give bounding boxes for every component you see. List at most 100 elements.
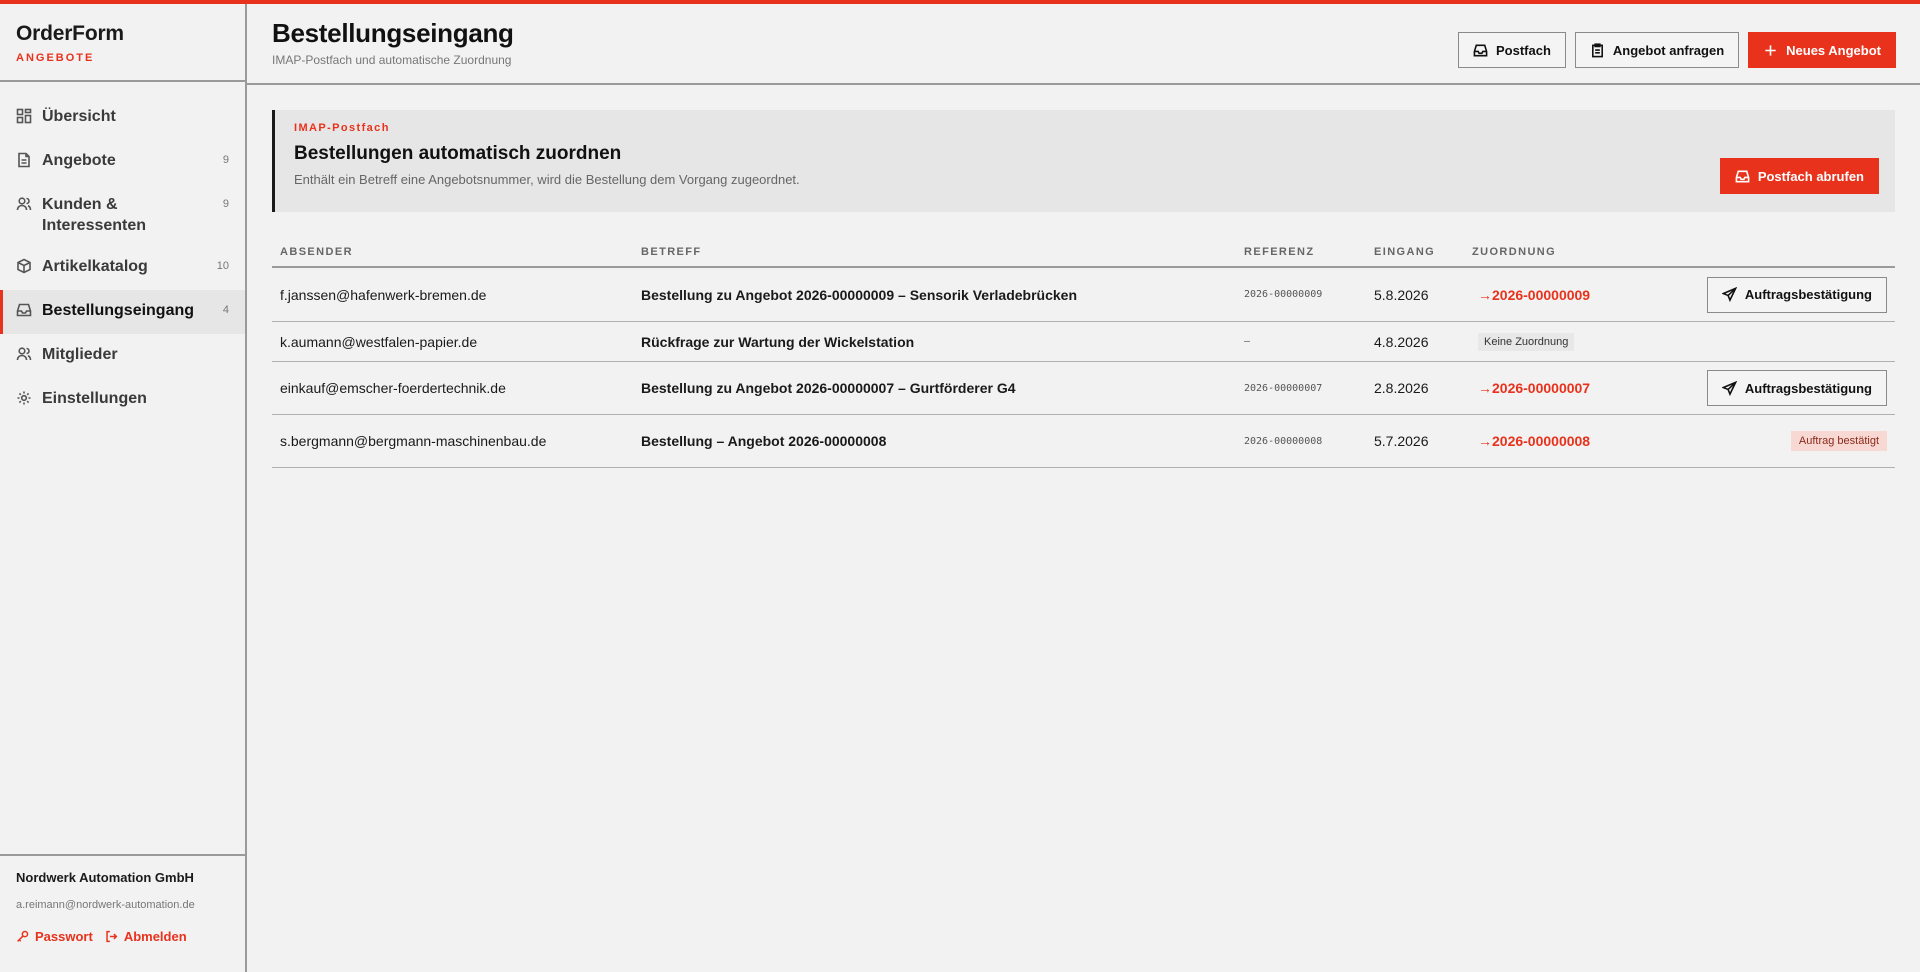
sidebar: OrderForm ANGEBOTE Übersicht Angebote 9 …: [0, 4, 247, 972]
sidebar-item-label: Mitglieder: [42, 346, 118, 363]
sidebar-footer: Nordwerk Automation GmbH a.reimann@nordw…: [0, 854, 245, 972]
cell-actions: Auftrag bestätigt: [1654, 431, 1895, 451]
order-confirmation-button[interactable]: Auftragsbestätigung: [1706, 276, 1887, 313]
sidebar-item-settings[interactable]: Einstellungen: [0, 378, 245, 422]
cell-received: 4.8.2026: [1374, 333, 1429, 350]
cell-received: 2.8.2026: [1374, 380, 1429, 396]
sidebar-item-count: 9: [222, 154, 229, 166]
imap-banner: IMAP-Postfach Bestellungen automatisch z…: [272, 110, 1895, 212]
new-quote-button[interactable]: Neues Angebot: [1748, 32, 1896, 68]
inbox-icon: [16, 302, 34, 320]
assignment-link[interactable]: →2026-00000007: [1464, 380, 1654, 396]
gear-icon: [16, 390, 34, 408]
brand: OrderForm ANGEBOTE: [0, 4, 245, 82]
assignment-link[interactable]: →2026-00000008: [1464, 433, 1654, 449]
fetch-inbox-button[interactable]: Postfach abrufen: [1719, 158, 1879, 194]
main-content: Bestellungseingang IMAP-Postfach und aut…: [247, 4, 1920, 972]
order-confirmation-label: Auftragsbestätigung: [1744, 380, 1872, 396]
cell-sender: f.janssen@hafenwerk-bremen.de: [280, 286, 487, 303]
sidebar-item-count: 9: [222, 198, 229, 210]
dashboard-icon: [16, 108, 34, 126]
password-label: Passwort: [35, 929, 93, 944]
column-header-sender: ABSENDER: [280, 246, 353, 258]
logout-icon: [106, 930, 118, 943]
company-name: Nordwerk Automation GmbH: [16, 870, 194, 885]
cell-subject: Rückfrage zur Wartung der Wickelstation: [641, 333, 915, 350]
header-actions: Postfach Angebot anfragen Neues Angebot: [1458, 32, 1896, 68]
sidebar-item-customers[interactable]: Kunden & Interessenten 9: [0, 184, 245, 246]
sidebar-nav: Übersicht Angebote 9 Kunden & Interessen…: [0, 96, 245, 422]
cell-reference: 2026-00000009: [1244, 289, 1323, 300]
request-quote-label: Angebot anfragen: [1612, 42, 1725, 58]
cell-sender: einkauf@emscher-foerdertechnik.de: [280, 380, 506, 396]
cell-actions: Auftragsbestätigung: [1654, 276, 1895, 313]
new-quote-label: Neues Angebot: [1786, 42, 1881, 58]
banner-text: Enthält ein Betreff eine Angebotsnummer,…: [294, 172, 800, 187]
order-confirmation-button[interactable]: Auftragsbestätigung: [1706, 370, 1887, 406]
inbox-icon: [1735, 170, 1750, 182]
status-badge: Auftrag bestätigt: [1790, 431, 1887, 451]
members-icon: [16, 346, 34, 364]
logout-link[interactable]: Abmelden: [105, 929, 187, 944]
sidebar-item-count: 4: [222, 304, 229, 316]
cell-received: 5.7.2026: [1374, 433, 1429, 449]
table-row[interactable]: f.janssen@hafenwerk-bremen.de Bestellung…: [272, 268, 1895, 322]
column-header-received: EINGANG: [1374, 246, 1436, 258]
sidebar-item-label: Bestellungseingang: [42, 302, 195, 319]
column-header-reference: REFERENZ: [1244, 246, 1315, 258]
table-header: ABSENDER BETREFF REFERENZ EINGANG ZUORDN…: [272, 238, 1895, 268]
account-links: Passwort Abmelden: [16, 929, 229, 944]
sidebar-item-label: Angebote: [42, 152, 116, 169]
column-header-subject: BETREFF: [641, 246, 702, 258]
inbox-icon: [1473, 44, 1488, 56]
content-area: IMAP-Postfach Bestellungen automatisch z…: [247, 85, 1920, 468]
sidebar-item-quotes[interactable]: Angebote 9: [0, 140, 245, 184]
table-row[interactable]: k.aumann@westfalen-papier.de Rückfrage z…: [272, 322, 1895, 362]
fetch-inbox-label: Postfach abrufen: [1757, 168, 1864, 184]
inbox-button-label: Postfach: [1496, 42, 1551, 58]
sidebar-item-members[interactable]: Mitglieder: [0, 334, 245, 378]
sidebar-item-label: Einstellungen: [42, 390, 147, 407]
send-icon: [1721, 287, 1737, 302]
orders-table: ABSENDER BETREFF REFERENZ EINGANG ZUORDN…: [272, 238, 1895, 468]
assignment-link[interactable]: →2026-00000009: [1464, 287, 1654, 303]
request-quote-button[interactable]: Angebot anfragen: [1574, 32, 1740, 68]
document-icon: [16, 152, 34, 170]
order-confirmation-label: Auftragsbestätigung: [1744, 287, 1872, 302]
box-icon: [16, 258, 34, 276]
table-row[interactable]: einkauf@emscher-foerdertechnik.de Bestel…: [272, 362, 1895, 415]
send-icon: [1721, 380, 1737, 396]
sidebar-item-orders-inbox[interactable]: Bestellungseingang 4: [0, 290, 245, 334]
column-header-assignment: ZUORDNUNG: [1472, 246, 1557, 258]
sidebar-item-overview[interactable]: Übersicht: [0, 96, 245, 140]
cell-reference: –: [1244, 336, 1251, 347]
sidebar-item-label: Artikelkatalog: [42, 258, 148, 275]
cell-subject: Bestellung zu Angebot 2026-00000009 – Se…: [641, 286, 1077, 303]
user-email: a.reimann@nordwerk-automation.de: [16, 899, 195, 911]
banner-kicker: IMAP-Postfach: [294, 122, 390, 134]
app-subtitle: ANGEBOTE: [16, 52, 95, 64]
sidebar-item-catalog[interactable]: Artikelkatalog 10: [0, 246, 245, 290]
banner-title: Bestellungen automatisch zuordnen: [294, 143, 622, 164]
cell-subject: Bestellung – Angebot 2026-00000008: [641, 433, 887, 449]
cell-assignment: Keine Zuordnung: [1464, 332, 1654, 351]
cell-subject: Bestellung zu Angebot 2026-00000007 – Gu…: [641, 380, 1016, 396]
users-icon: [16, 196, 34, 214]
sidebar-item-label: Kunden & Interessenten: [42, 196, 147, 234]
password-link[interactable]: Passwort: [16, 929, 93, 944]
cell-reference: 2026-00000007: [1244, 382, 1323, 394]
app-name: OrderForm: [16, 22, 124, 45]
cell-sender: s.bergmann@bergmann-maschinenbau.de: [280, 433, 547, 449]
no-assignment-badge: Keine Zuordnung: [1478, 333, 1575, 351]
plus-icon: [1765, 44, 1776, 56]
cell-actions: Auftragsbestätigung: [1654, 370, 1895, 406]
cell-sender: k.aumann@westfalen-papier.de: [280, 333, 478, 350]
inbox-button[interactable]: Postfach: [1458, 32, 1566, 68]
clipboard-icon: [1591, 42, 1603, 57]
key-icon: [17, 930, 29, 942]
logout-label: Abmelden: [123, 929, 187, 944]
sidebar-item-count: 10: [216, 260, 229, 272]
cell-reference: 2026-00000008: [1244, 435, 1323, 447]
table-row[interactable]: s.bergmann@bergmann-maschinenbau.de Best…: [272, 415, 1895, 468]
page-header: Bestellungseingang IMAP-Postfach und aut…: [247, 4, 1920, 85]
